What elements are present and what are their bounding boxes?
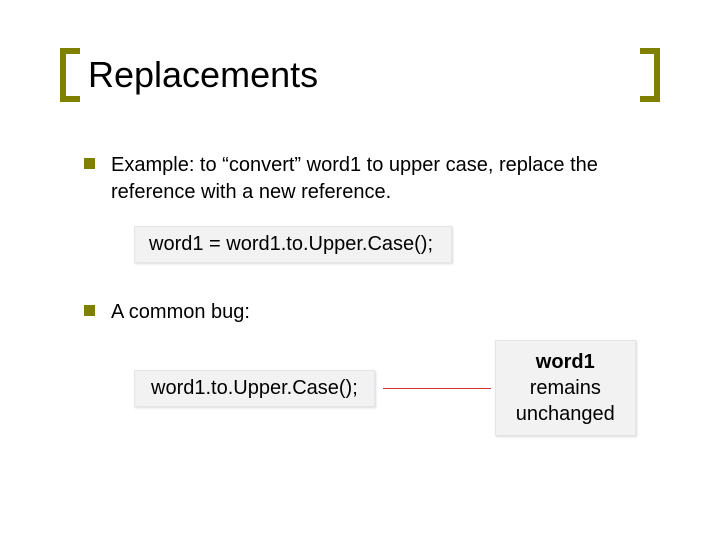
slide: Replacements Example: to “convert” word1… <box>0 0 720 540</box>
code-example-2: word1.to.Upper.Case(); <box>134 370 375 407</box>
note-line: remains <box>530 377 601 399</box>
code-example-1: word1 = word1.to.Upper.Case(); <box>134 226 452 263</box>
bullet-item: A common bug: <box>84 299 660 326</box>
bracket-right-icon <box>640 48 660 102</box>
bullet-square-icon <box>84 158 95 169</box>
bug-row: word1.to.Upper.Case(); word1 remains unc… <box>134 340 660 436</box>
bullet-text: Example: to “convert” word1 to upper cas… <box>111 152 660 206</box>
bullet-item: Example: to “convert” word1 to upper cas… <box>84 152 660 206</box>
bracket-left-icon <box>60 48 80 102</box>
note-strong: word1 <box>536 351 595 373</box>
connector-line-icon <box>383 388 491 389</box>
slide-body: Example: to “convert” word1 to upper cas… <box>60 152 660 436</box>
note-box: word1 remains unchanged <box>495 340 636 436</box>
bullet-text: A common bug: <box>111 299 250 326</box>
bullet-square-icon <box>84 305 95 316</box>
note-line: unchanged <box>516 403 615 425</box>
title-bar: Replacements <box>60 48 660 102</box>
slide-title: Replacements <box>80 48 640 102</box>
